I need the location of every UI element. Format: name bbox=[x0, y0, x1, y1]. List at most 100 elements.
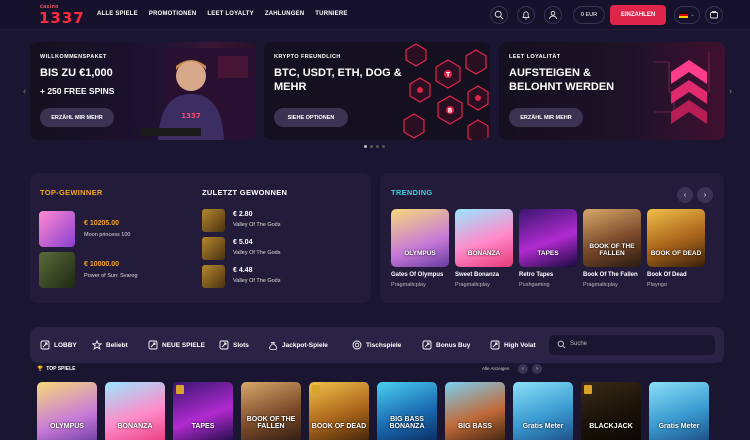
trending-game-card[interactable]: BONANZA Sweet Bonanza Pragmaticplay bbox=[455, 209, 513, 296]
account-button[interactable] bbox=[544, 6, 562, 24]
top-game-card[interactable]: BLACKJACK bbox=[581, 382, 641, 440]
streamer-image: 1337 bbox=[141, 48, 256, 140]
learn-more-button[interactable]: ERZÄHL MIR MEHR bbox=[40, 108, 114, 127]
trending-game-card[interactable]: BOOK OF THE FALLEN Book Of The Fallen Pr… bbox=[583, 209, 641, 296]
category-new-games[interactable]: NEUE SPIELE bbox=[148, 340, 205, 350]
top-game-card[interactable]: Gratis Meter bbox=[513, 382, 573, 440]
nav-all-games[interactable]: ALLE SPIELE bbox=[97, 11, 138, 17]
language-selector[interactable]: ⌄ bbox=[674, 6, 700, 24]
notifications-button[interactable] bbox=[517, 6, 535, 24]
top-game-card[interactable]: BOOK OF THE FALLEN bbox=[241, 382, 301, 440]
show-all-link[interactable]: Alle Anzeigen bbox=[482, 366, 509, 371]
banner-prev-arrow[interactable]: ‹ bbox=[23, 86, 26, 96]
category-bonus-buy[interactable]: Bonus Buy bbox=[422, 340, 470, 350]
trending-panel: TRENDING ‹ › OLYMPUS Gates Of Olympus Pr… bbox=[380, 173, 724, 303]
top-game-card[interactable]: BIG BASS bbox=[445, 382, 505, 440]
carousel-dot[interactable] bbox=[382, 145, 385, 148]
category-jackpot[interactable]: Jackpot-Spiele bbox=[268, 340, 328, 350]
game-provider: Playngo bbox=[647, 282, 667, 288]
top-game-card[interactable]: Gratis Meter bbox=[649, 382, 709, 440]
top-games-prev-button[interactable]: ‹ bbox=[518, 364, 528, 374]
logo-big-text: 1337 bbox=[39, 9, 85, 27]
category-bar: LOBBY Beliebt NEUE SPIELE Slots Jackpot-… bbox=[30, 327, 724, 363]
banner-kicker: WILLKOMMENSPAKET bbox=[40, 54, 107, 60]
category-high-volatility[interactable]: High Volat bbox=[490, 340, 536, 350]
game-search-field[interactable]: Suche bbox=[549, 335, 715, 355]
balance-display[interactable]: 0 EUR bbox=[573, 6, 605, 24]
trending-game-card[interactable]: TAPES Retro Tapes Pushgaming bbox=[519, 209, 577, 296]
carousel-dots bbox=[364, 145, 385, 148]
top-game-card[interactable]: OLYMPUS bbox=[37, 382, 97, 440]
trending-game-card[interactable]: OLYMPUS Gates Of Olympus Pragmaticplay bbox=[391, 209, 449, 296]
category-popular[interactable]: Beliebt bbox=[92, 340, 128, 350]
recent-wins-title: ZULETZT GEWONNEN bbox=[202, 188, 288, 197]
game-thumbnail bbox=[202, 209, 225, 232]
banner-subtitle: + 250 FREE SPINS bbox=[40, 86, 115, 96]
game-art-label: BONANZA bbox=[117, 423, 153, 430]
trending-prev-button[interactable]: ‹ bbox=[677, 187, 693, 203]
trending-game-card[interactable]: BOOK OF DEAD Book Of Dead Playngo bbox=[647, 209, 705, 296]
new-badge-icon bbox=[176, 385, 184, 394]
lobby-icon bbox=[40, 340, 50, 350]
banner-kicker: LEET LOYALITÄT bbox=[509, 54, 561, 60]
top-winner-item[interactable]: € 10205.00 Moon princess 100 bbox=[39, 211, 189, 247]
game-art-label: BOOK OF DEAD bbox=[650, 250, 702, 257]
game-art-label: OLYMPUS bbox=[50, 423, 84, 430]
game-name: Retro Tapes bbox=[519, 272, 554, 278]
top-game-card[interactable]: BOOK OF DEAD bbox=[309, 382, 369, 440]
game-provider: Pragmaticplay bbox=[455, 282, 490, 288]
game-art-label: BLACKJACK bbox=[589, 423, 633, 430]
top-games-heading: 🏆 TOP SPIELE bbox=[37, 366, 76, 372]
slots-icon bbox=[219, 340, 229, 350]
recent-win-item[interactable]: € 5.04 Valley Of The Gods bbox=[202, 237, 352, 260]
recent-win-item[interactable]: € 4.48 Valley Of The Gods bbox=[202, 265, 352, 288]
new-badge-icon bbox=[312, 385, 320, 394]
category-slots[interactable]: Slots bbox=[219, 340, 249, 350]
high-volatility-icon bbox=[490, 340, 500, 350]
game-name: Book Of The Fallen bbox=[583, 272, 638, 278]
vip-badge-icon bbox=[584, 385, 592, 394]
welcome-banner[interactable]: 1337 WILLKOMMENSPAKET BIS ZU €1,000 + 25… bbox=[30, 42, 256, 140]
casino-logo[interactable]: casino 1337 bbox=[38, 4, 84, 27]
nav-promotions[interactable]: PROMOTIONEN bbox=[149, 11, 197, 17]
category-label: LOBBY bbox=[54, 341, 77, 349]
game-provider: Pragmaticplay bbox=[583, 282, 618, 288]
main-nav: ALLE SPIELE PROMOTIONEN LEET LOYALTY ZAH… bbox=[97, 11, 348, 17]
category-table-games[interactable]: Tischspiele bbox=[352, 340, 401, 350]
game-thumbnail bbox=[202, 265, 225, 288]
win-game-name: Valley Of The Gods bbox=[233, 278, 281, 284]
wallet-icon bbox=[710, 11, 718, 19]
top-winner-item[interactable]: € 10000.00 Power of Sun: Svarog bbox=[39, 252, 189, 288]
carousel-dot[interactable] bbox=[376, 145, 379, 148]
category-label: High Volat bbox=[504, 341, 536, 349]
learn-more-button[interactable]: ERZÄHL MIR MEHR bbox=[509, 108, 583, 127]
nav-tournaments[interactable]: TURNIERE bbox=[315, 11, 347, 17]
carousel-dot[interactable] bbox=[364, 145, 367, 148]
game-art-label: BONANZA bbox=[467, 250, 501, 257]
trending-next-button[interactable]: › bbox=[697, 187, 713, 203]
top-winners-title: TOP-GEWINNER bbox=[40, 188, 103, 197]
game-art-label: Gratis Meter bbox=[658, 423, 700, 430]
top-games-next-button[interactable]: › bbox=[532, 364, 542, 374]
nav-leet-loyalty[interactable]: LEET LOYALTY bbox=[207, 11, 253, 17]
menu-button[interactable] bbox=[705, 6, 723, 24]
banner-title: AUFSTEIGEN & BELOHNT WERDEN bbox=[509, 67, 615, 93]
search-button[interactable] bbox=[490, 6, 508, 24]
carousel-dot[interactable] bbox=[370, 145, 373, 148]
top-game-card[interactable]: TAPES bbox=[173, 382, 233, 440]
recent-win-item[interactable]: € 2.80 Valley Of The Gods bbox=[202, 209, 352, 232]
game-art-label: TAPES bbox=[537, 250, 559, 257]
see-options-button[interactable]: SIEHE OPTIONEN bbox=[274, 108, 348, 127]
game-provider: Pushgaming bbox=[519, 282, 550, 288]
top-game-card[interactable]: BONANZA bbox=[105, 382, 165, 440]
new-games-icon bbox=[148, 340, 158, 350]
nav-payments[interactable]: ZAHLUNGEN bbox=[265, 11, 304, 17]
bell-icon bbox=[522, 11, 530, 20]
category-lobby[interactable]: LOBBY bbox=[40, 340, 77, 350]
top-game-card[interactable]: BIG BASS BONANZA bbox=[377, 382, 437, 440]
game-name: Book Of Dead bbox=[647, 272, 687, 278]
deposit-button[interactable]: EINZAHLEN bbox=[610, 5, 666, 25]
banner-next-arrow[interactable]: › bbox=[729, 86, 732, 96]
loyalty-banner[interactable]: LEET LOYALITÄT AUFSTEIGEN & BELOHNT WERD… bbox=[499, 42, 725, 140]
crypto-banner[interactable]: T B KRYPTO FREUNDLICH BTC, USDT, ETH, DO… bbox=[264, 42, 490, 140]
